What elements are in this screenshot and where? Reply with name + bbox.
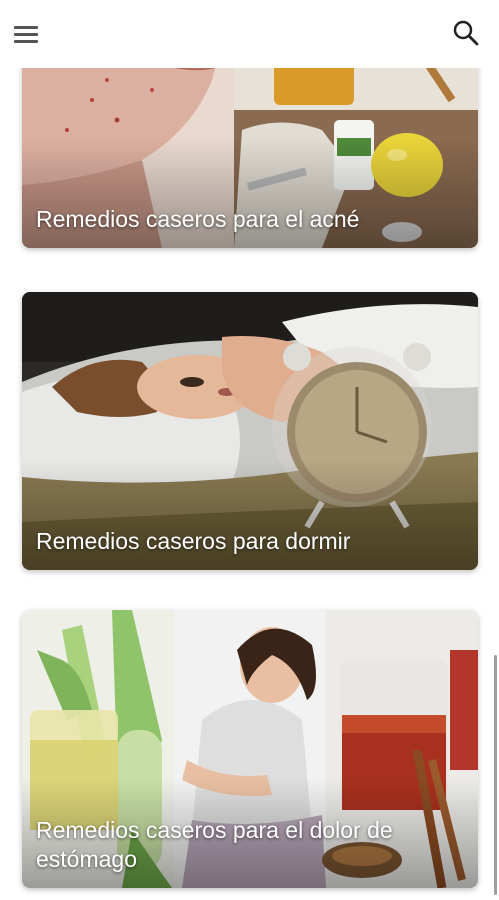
hamburger-menu-icon <box>14 25 38 29</box>
scrollbar[interactable] <box>494 655 497 895</box>
search-icon <box>453 20 479 46</box>
recipe-feed[interactable]: Remedios caseros para el acné Remedios c… <box>0 0 499 900</box>
app-bar <box>0 0 499 68</box>
card-remedies-sleep[interactable]: Remedios caseros para dormir <box>22 292 478 570</box>
hamburger-menu-icon-line <box>14 39 38 43</box>
card-remedies-stomach[interactable]: Remedios caseros para el dolor de estóma… <box>22 610 478 888</box>
card-title: Remedios caseros para el dolor de estóma… <box>36 817 393 872</box>
menu-button[interactable] <box>14 20 42 48</box>
hamburger-menu-icon-line <box>14 32 38 36</box>
card-title: Remedios caseros para dormir <box>36 528 351 554</box>
card-title: Remedios caseros para el acné <box>36 206 360 232</box>
search-button[interactable] <box>451 18 481 48</box>
